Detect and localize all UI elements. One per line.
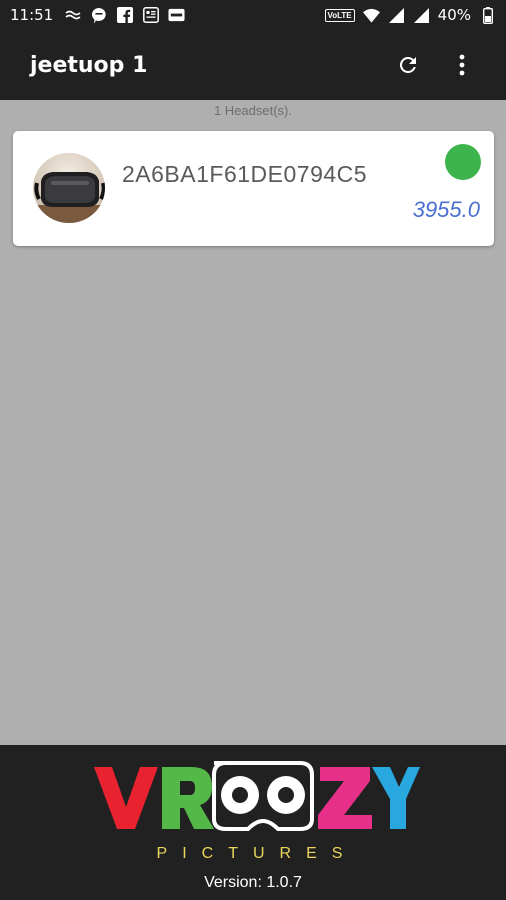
facebook-icon [116, 7, 133, 24]
device-card[interactable]: 2A6BA1F61DE0794C5 3955.0 [13, 131, 494, 246]
footer-branding: PICTURES Version: 1.0.7 [0, 745, 506, 900]
app-notification-icon [168, 7, 185, 24]
vroozy-logo [94, 761, 420, 831]
chat-bubble-icon [90, 7, 107, 24]
more-vertical-icon [459, 54, 465, 76]
waves-icon [64, 7, 81, 24]
device-id: 2A6BA1F61DE0794C5 [122, 161, 368, 187]
online-status-indicator [445, 144, 481, 180]
signal-2-icon [413, 7, 430, 24]
refresh-button[interactable] [394, 51, 422, 79]
headset-count-label: 1 Headset(s). [213, 103, 293, 118]
app-version: Version: 1.0.7 [204, 874, 302, 891]
device-value: 3955.0 [412, 197, 480, 222]
wifi-icon [362, 7, 380, 24]
volte-badge: VoLTE [324, 8, 355, 22]
status-bar: 11:51 VoLTE 40% [0, 0, 506, 30]
refresh-icon [399, 56, 416, 73]
overflow-menu-button[interactable] [448, 51, 476, 79]
headset-avatar [33, 153, 105, 223]
battery-percent: 40% [437, 6, 471, 24]
news-icon [142, 7, 159, 24]
battery-icon [479, 6, 496, 24]
page-title: jeetuop 1 [30, 52, 148, 78]
signal-icon [388, 7, 405, 24]
logo-subtitle: PICTURES [156, 845, 358, 862]
status-time: 11:51 [10, 6, 54, 24]
app-toolbar: jeetuop 1 [0, 30, 506, 100]
